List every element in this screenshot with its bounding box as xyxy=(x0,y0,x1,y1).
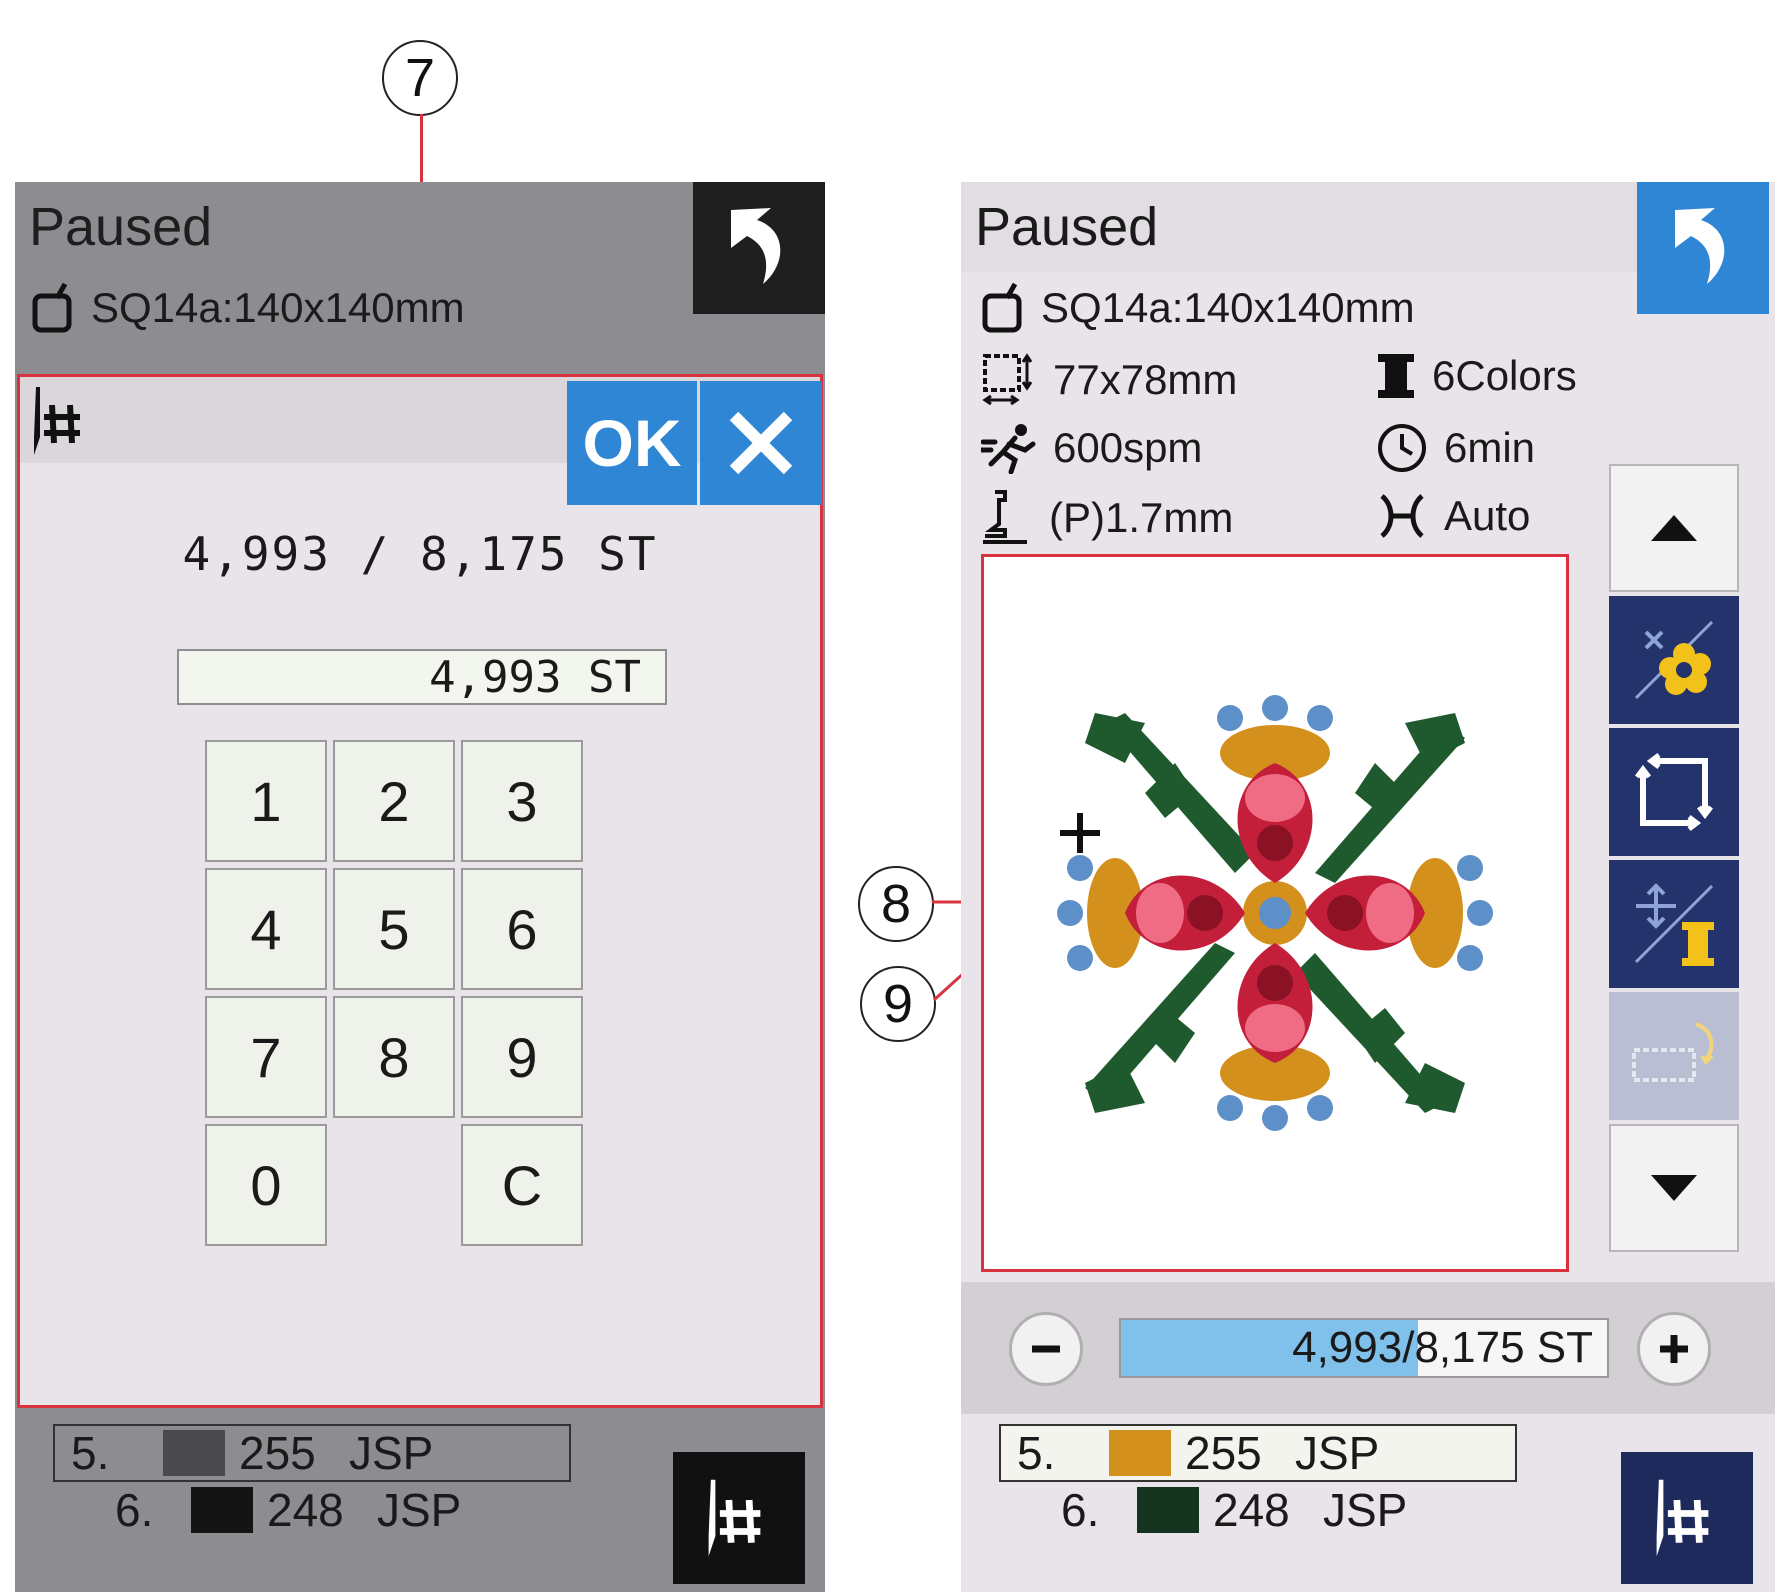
design-preview[interactable] xyxy=(981,554,1569,1272)
key-9[interactable]: 9 xyxy=(461,996,583,1118)
stitch-summary: 4,993 / 8,175 ST xyxy=(182,527,658,581)
hoop-icon xyxy=(32,282,72,333)
presser-foot-icon xyxy=(983,490,1027,544)
thread-number: 5. xyxy=(71,1427,110,1479)
thread-code: 255 xyxy=(1185,1427,1262,1479)
callout-8: 8 xyxy=(858,866,934,942)
key-2[interactable]: 2 xyxy=(333,740,455,862)
scroll-down-button[interactable] xyxy=(1609,1124,1739,1252)
plus-icon xyxy=(1660,1335,1688,1363)
hoop-label: SQ14a:140x140mm xyxy=(1041,284,1415,331)
time-row: 6min xyxy=(1376,422,1535,474)
thread-number: 5. xyxy=(1017,1427,1056,1479)
speed-label: 600spm xyxy=(1053,424,1203,471)
close-icon xyxy=(729,411,793,475)
progress-text: 4,993/8,175 ST xyxy=(1292,1323,1593,1372)
hoop-row: SQ14a:140x140mm xyxy=(981,282,1415,334)
minus-stitch-button[interactable] xyxy=(1009,1312,1083,1386)
thread-color-swatch xyxy=(1109,1430,1171,1476)
clock-icon xyxy=(1378,424,1426,472)
key-8[interactable]: 8 xyxy=(333,996,455,1118)
stitch-jump-icon xyxy=(708,1479,761,1557)
stitch-jump-icon xyxy=(34,387,80,455)
embroidery-design-image xyxy=(1057,695,1493,1131)
flower-color-icon xyxy=(1634,620,1714,700)
move-thread-icon xyxy=(1634,883,1714,966)
thread-number: 6. xyxy=(115,1484,154,1536)
key-0[interactable]: 0 xyxy=(205,1124,327,1246)
foot-height-label: (P)1.7mm xyxy=(1049,494,1234,541)
stitch-jump-button[interactable] xyxy=(1621,1452,1753,1584)
left-screen: Paused SQ14a:140x140mm OK 4,993 / 8,175 … xyxy=(15,182,825,1592)
right-screen: Paused SQ14a:140x140mm 77x78mm 6Colors 6… xyxy=(961,182,1775,1592)
thread-brand: JSP xyxy=(377,1484,462,1536)
thread-brand: JSP xyxy=(349,1427,434,1479)
key-6[interactable]: 6 xyxy=(461,868,583,990)
speed-row: 600spm xyxy=(981,422,1202,474)
stitch-progress-area: 4,993/8,175 ST xyxy=(961,1282,1775,1414)
foot-height-row: (P)1.7mm xyxy=(981,490,1233,546)
thread-code: 248 xyxy=(267,1484,344,1536)
rotate-hoop-icon xyxy=(1632,1022,1714,1082)
cancel-button[interactable] xyxy=(700,381,822,505)
key-1[interactable]: 1 xyxy=(205,740,327,862)
callout-9: 9 xyxy=(860,966,936,1042)
design-size-row: 77x78mm xyxy=(981,352,1237,408)
rotate-hoop-button[interactable] xyxy=(1609,992,1739,1120)
trace-button[interactable] xyxy=(1609,728,1739,856)
back-arrow-icon xyxy=(731,208,781,284)
stitch-jump-icon xyxy=(1656,1479,1709,1557)
thread-code: 248 xyxy=(1213,1484,1290,1536)
design-size-icon xyxy=(982,353,1033,406)
hoop-label: SQ14a:140x140mm xyxy=(91,284,465,331)
stitch-progress-bar: 4,993/8,175 ST xyxy=(1119,1318,1609,1378)
thread-color-swatch xyxy=(191,1487,253,1533)
key-7[interactable]: 7 xyxy=(205,996,327,1118)
thread-code: 255 xyxy=(239,1427,316,1479)
minus-icon xyxy=(1032,1345,1060,1353)
thread-brand: JSP xyxy=(1295,1427,1380,1479)
time-label: 6min xyxy=(1444,424,1536,471)
back-button[interactable] xyxy=(693,182,825,314)
ok-button[interactable]: OK xyxy=(567,381,697,505)
key-clear[interactable]: C xyxy=(461,1124,583,1246)
thread-row-current: 5. 255 JSP xyxy=(53,1424,571,1482)
thread-trim-icon xyxy=(1380,494,1424,538)
stitch-jump-button[interactable] xyxy=(673,1452,805,1584)
color-count-row: 6Colors xyxy=(1376,352,1577,400)
speed-runner-icon xyxy=(981,424,1036,474)
thread-spool-button[interactable] xyxy=(1609,860,1739,988)
hoop-row: SQ14a:140x140mm xyxy=(31,282,465,334)
trim-row: Auto xyxy=(1376,490,1530,542)
thread-number: 6. xyxy=(1061,1484,1100,1536)
design-size-label: 77x78mm xyxy=(1053,356,1238,403)
callout-7: 7 xyxy=(382,40,458,116)
triangle-up-icon xyxy=(1651,515,1697,541)
color-count-label: 6Colors xyxy=(1432,352,1577,399)
stitch-number-field[interactable]: 4,993 ST xyxy=(177,649,667,705)
hoop-icon xyxy=(982,282,1022,333)
status-label: Paused xyxy=(15,182,695,272)
trace-frame-icon xyxy=(1635,753,1713,831)
thread-spool-icon xyxy=(1378,354,1414,398)
status-label: Paused xyxy=(961,182,1637,272)
thread-row-current: 5. 255 JSP xyxy=(999,1424,1517,1482)
back-arrow-icon xyxy=(1675,208,1725,284)
scroll-up-button[interactable] xyxy=(1609,464,1739,592)
thread-row-next: 6. 248 JSP xyxy=(1061,1482,1407,1538)
needle-position-cursor xyxy=(1060,813,1100,853)
key-3[interactable]: 3 xyxy=(461,740,583,862)
jump-to-stitch-dialog: OK 4,993 / 8,175 ST 4,993 ST 1 2 3 4 5 6… xyxy=(17,374,823,1408)
thread-row-next: 6. 248 JSP xyxy=(115,1482,461,1538)
thread-color-swatch xyxy=(1137,1487,1199,1533)
color-view-button[interactable] xyxy=(1609,596,1739,724)
plus-stitch-button[interactable] xyxy=(1637,1312,1711,1386)
key-4[interactable]: 4 xyxy=(205,868,327,990)
trim-label: Auto xyxy=(1444,492,1531,539)
back-button[interactable] xyxy=(1637,182,1769,314)
thread-color-swatch xyxy=(163,1430,225,1476)
key-5[interactable]: 5 xyxy=(333,868,455,990)
triangle-down-icon xyxy=(1651,1175,1697,1201)
thread-brand: JSP xyxy=(1323,1484,1408,1536)
